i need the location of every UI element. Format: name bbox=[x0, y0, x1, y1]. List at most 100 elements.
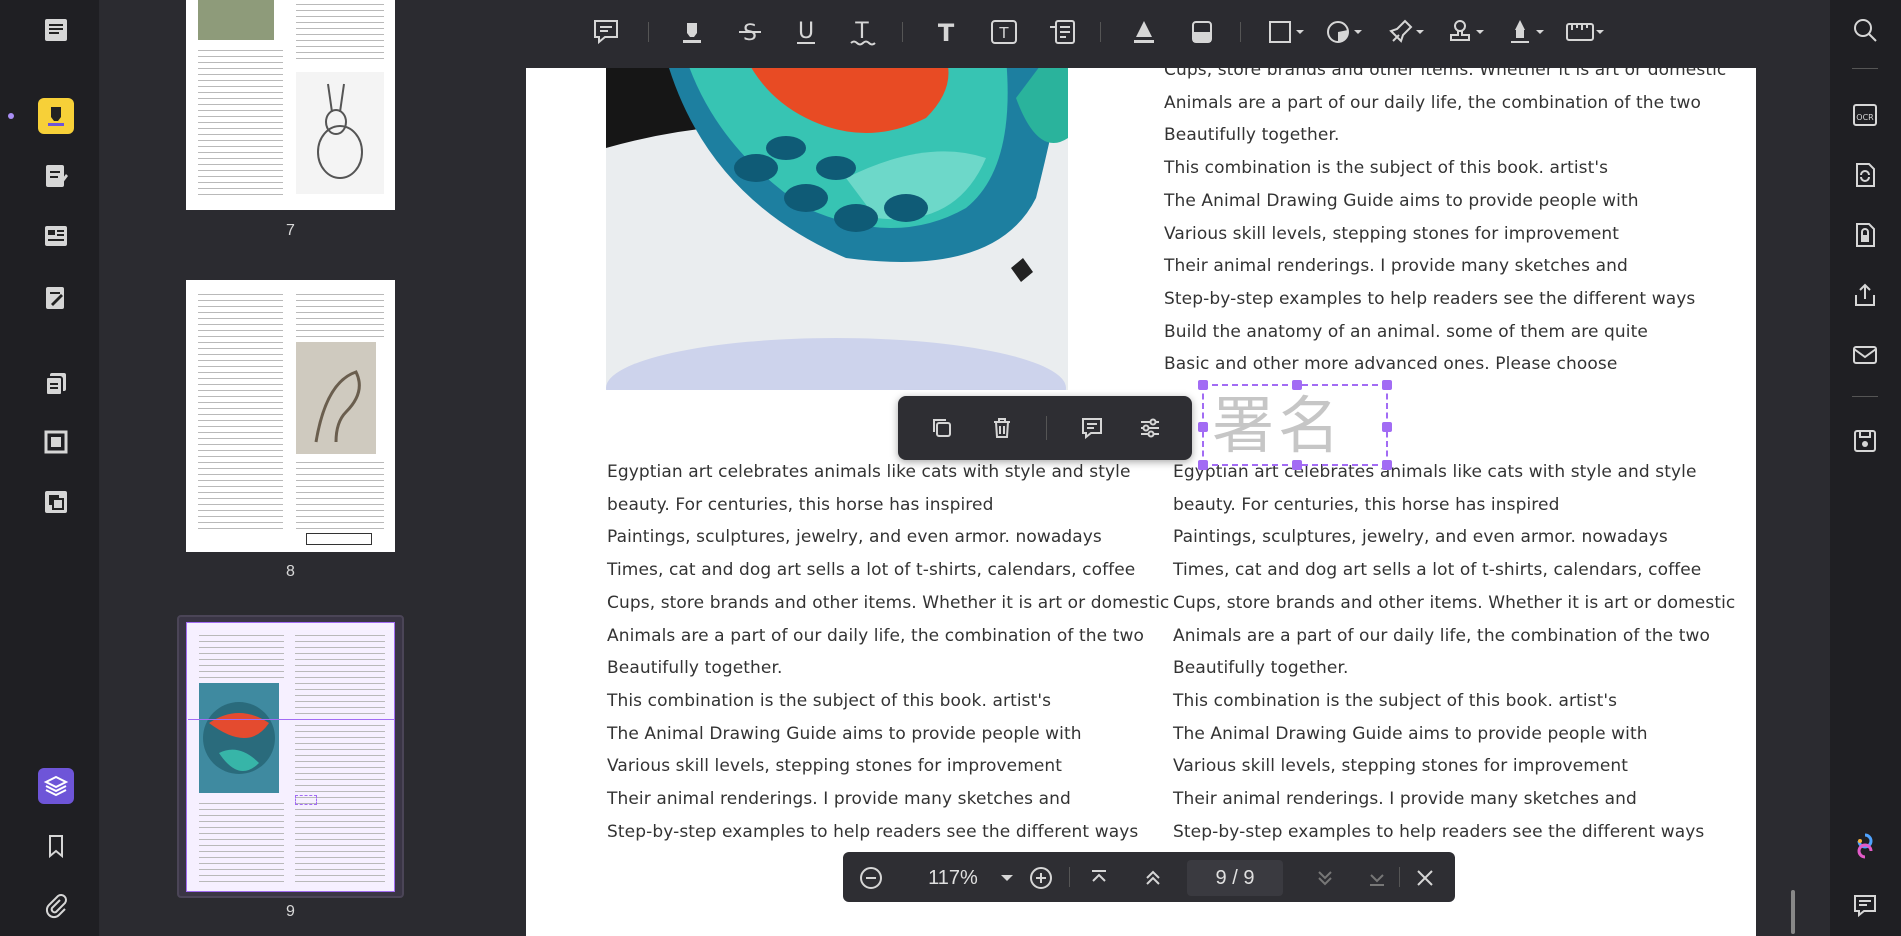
area-highlight-icon[interactable] bbox=[1126, 14, 1162, 50]
convert-icon[interactable] bbox=[1848, 158, 1882, 192]
vertical-scrollbar[interactable] bbox=[1791, 890, 1795, 934]
svg-text:T: T bbox=[998, 24, 1009, 42]
zoom-in-icon[interactable] bbox=[1027, 864, 1055, 892]
watermark-icon[interactable] bbox=[38, 484, 74, 520]
highlight-icon[interactable] bbox=[674, 14, 710, 50]
right-tool-rail: OCR bbox=[1830, 0, 1901, 936]
thumbnail-page-9[interactable] bbox=[186, 622, 395, 892]
page-indicator[interactable]: 9 / 9 bbox=[1187, 860, 1283, 896]
document-text-line[interactable]: Cups, store brands and other items. Whet… bbox=[1173, 593, 1735, 613]
signature-annotation[interactable]: 署名 bbox=[1198, 380, 1392, 470]
attachment-icon[interactable] bbox=[38, 888, 74, 924]
document-text-line[interactable]: The Animal Drawing Guide aims to provide… bbox=[1164, 191, 1639, 211]
shape-icon[interactable] bbox=[1264, 14, 1310, 50]
resize-handle-bottom-right[interactable] bbox=[1382, 460, 1392, 470]
document-text-line[interactable]: Step-by-step examples to help readers se… bbox=[607, 822, 1138, 842]
sticker-icon[interactable] bbox=[1322, 14, 1368, 50]
squiggly-icon[interactable]: T bbox=[844, 14, 880, 50]
delete-icon[interactable] bbox=[986, 412, 1018, 444]
protect-icon[interactable] bbox=[1848, 218, 1882, 252]
document-text-line[interactable]: Times, cat and dog art sells a lot of t-… bbox=[607, 560, 1135, 580]
textbox-icon[interactable]: T bbox=[986, 14, 1022, 50]
underline-icon[interactable]: U bbox=[788, 14, 824, 50]
resize-handle-top-left[interactable] bbox=[1198, 380, 1208, 390]
close-icon[interactable] bbox=[1411, 864, 1439, 892]
document-text-line[interactable]: Their animal renderings. I provide many … bbox=[607, 789, 1071, 809]
callout-icon[interactable] bbox=[1044, 14, 1080, 50]
text-icon[interactable]: T bbox=[928, 14, 964, 50]
crop-icon[interactable] bbox=[38, 424, 74, 460]
highlighter-icon[interactable] bbox=[38, 98, 74, 134]
document-text-line[interactable]: Step-by-step examples to help readers se… bbox=[1173, 822, 1704, 842]
edit-icon[interactable] bbox=[38, 158, 74, 194]
ai-assistant-icon[interactable] bbox=[1848, 829, 1882, 863]
search-icon[interactable] bbox=[1848, 13, 1882, 47]
resize-handle-bottom[interactable] bbox=[1292, 460, 1302, 470]
first-page-icon[interactable] bbox=[1085, 864, 1113, 892]
next-page-icon[interactable] bbox=[1311, 864, 1339, 892]
resize-handle-top-right[interactable] bbox=[1382, 380, 1392, 390]
document-text-line[interactable]: Basic and other more advanced ones. Plea… bbox=[1164, 354, 1617, 374]
form-icon[interactable] bbox=[38, 218, 74, 254]
document-text-line[interactable]: This combination is the subject of this … bbox=[607, 691, 1051, 711]
resize-handle-left[interactable] bbox=[1198, 422, 1208, 432]
document-text-line[interactable]: Their animal renderings. I provide many … bbox=[1173, 789, 1637, 809]
measure-icon[interactable] bbox=[1562, 14, 1608, 50]
pin-icon[interactable] bbox=[1384, 14, 1430, 50]
share-icon[interactable] bbox=[1848, 278, 1882, 312]
add-comment-icon[interactable] bbox=[1076, 412, 1108, 444]
ocr-icon[interactable]: OCR bbox=[1848, 98, 1882, 132]
document-text-line[interactable]: beauty. For centuries, this horse has in… bbox=[607, 495, 993, 515]
save-icon[interactable] bbox=[1848, 424, 1882, 458]
document-text-line[interactable]: beauty. For centuries, this horse has in… bbox=[1173, 495, 1559, 515]
thumbnail-page-8[interactable] bbox=[186, 280, 395, 552]
document-text-line[interactable]: Times, cat and dog art sells a lot of t-… bbox=[1173, 560, 1701, 580]
document-text-line[interactable]: Various skill levels, stepping stones fo… bbox=[607, 756, 1062, 776]
copy-icon[interactable] bbox=[926, 412, 958, 444]
strikethrough-icon[interactable]: S bbox=[732, 14, 768, 50]
document-text-line[interactable]: Cups, store brands and other items. Whet… bbox=[607, 593, 1169, 613]
document-text-line[interactable]: The Animal Drawing Guide aims to provide… bbox=[607, 724, 1082, 744]
document-text-line[interactable]: This combination is the subject of this … bbox=[1164, 158, 1608, 178]
eraser-icon[interactable] bbox=[1184, 14, 1220, 50]
properties-icon[interactable] bbox=[1134, 412, 1166, 444]
zoom-out-icon[interactable] bbox=[857, 864, 885, 892]
comments-icon[interactable] bbox=[1848, 889, 1882, 923]
rail-separator bbox=[1852, 396, 1878, 397]
previous-page-icon[interactable] bbox=[1139, 864, 1167, 892]
document-text-line[interactable]: Build the anatomy of an animal. some of … bbox=[1164, 322, 1648, 342]
last-page-icon[interactable] bbox=[1363, 864, 1391, 892]
email-icon[interactable] bbox=[1848, 338, 1882, 372]
layers-icon[interactable] bbox=[38, 768, 74, 804]
document-text-line[interactable]: Step-by-step examples to help readers se… bbox=[1164, 289, 1695, 309]
document-text-line[interactable]: Egyptian art celebrates animals like cat… bbox=[607, 462, 1131, 482]
comment-icon[interactable] bbox=[588, 14, 624, 50]
signature-icon[interactable] bbox=[1504, 14, 1550, 50]
document-text-line[interactable]: This combination is the subject of this … bbox=[1173, 691, 1617, 711]
document-text-line[interactable]: Paintings, sculptures, jewelry, and even… bbox=[607, 527, 1102, 547]
document-text-line[interactable]: Beautifully together. bbox=[1164, 125, 1340, 145]
reader-icon[interactable] bbox=[38, 12, 74, 48]
resize-handle-right[interactable] bbox=[1382, 422, 1392, 432]
document-text-line[interactable]: Animals are a part of our daily life, th… bbox=[607, 626, 1144, 646]
svg-text:T: T bbox=[938, 19, 955, 47]
organize-icon[interactable] bbox=[38, 366, 74, 402]
document-text-line[interactable]: Paintings, sculptures, jewelry, and even… bbox=[1173, 527, 1668, 547]
zoom-level[interactable]: 117% bbox=[913, 864, 993, 892]
document-text-line[interactable]: The Animal Drawing Guide aims to provide… bbox=[1173, 724, 1648, 744]
stamp-icon[interactable] bbox=[1444, 14, 1490, 50]
thumbnail-page-7[interactable] bbox=[186, 0, 395, 210]
resize-handle-top[interactable] bbox=[1292, 380, 1302, 390]
resize-handle-bottom-left[interactable] bbox=[1198, 460, 1208, 470]
document-text-line[interactable]: Various skill levels, stepping stones fo… bbox=[1173, 756, 1628, 776]
document-text-line[interactable]: Various skill levels, stepping stones fo… bbox=[1164, 224, 1619, 244]
bookmark-icon[interactable] bbox=[38, 828, 74, 864]
document-text-line[interactable]: Animals are a part of our daily life, th… bbox=[1164, 93, 1701, 113]
document-text-line[interactable]: Their animal renderings. I provide many … bbox=[1164, 256, 1628, 276]
document-text-line[interactable]: Animals are a part of our daily life, th… bbox=[1173, 626, 1710, 646]
zoom-dropdown-icon[interactable] bbox=[993, 864, 1021, 892]
sign-edit-icon[interactable] bbox=[38, 280, 74, 316]
page-image[interactable] bbox=[606, 58, 1068, 390]
document-text-line[interactable]: Beautifully together. bbox=[1173, 658, 1349, 678]
document-text-line[interactable]: Beautifully together. bbox=[607, 658, 783, 678]
